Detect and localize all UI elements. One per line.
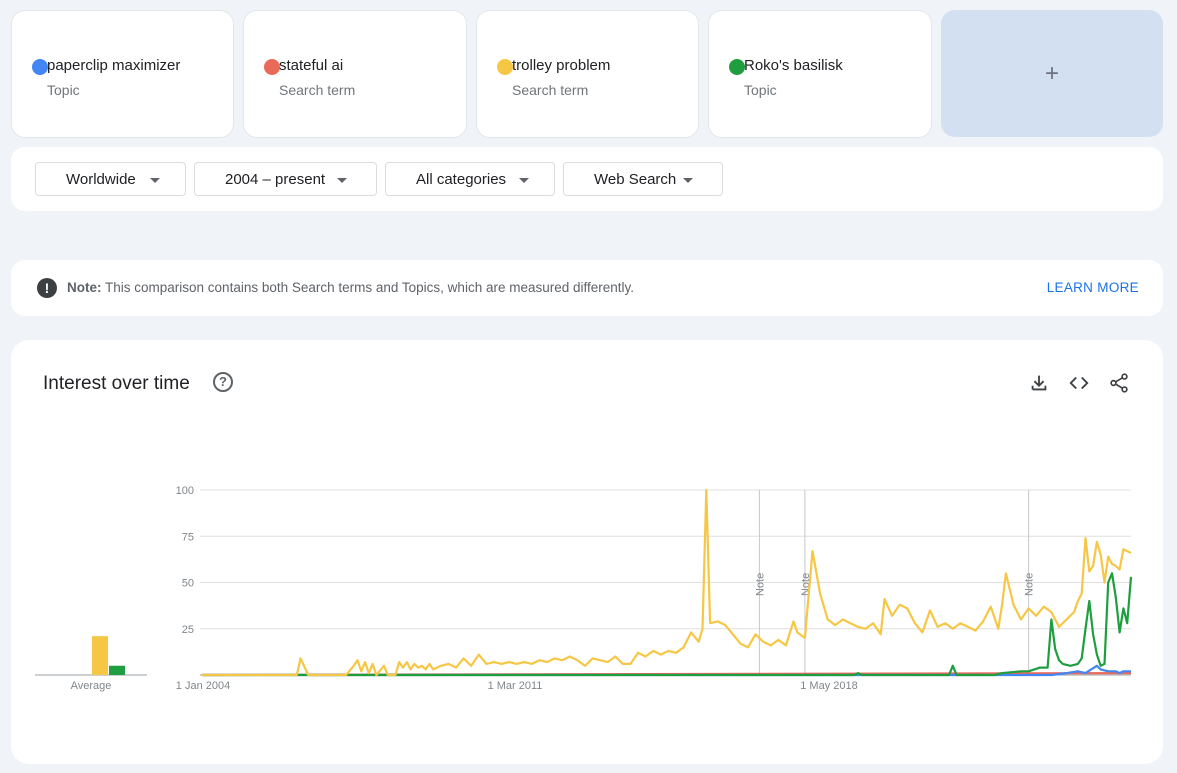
- term-card-trolley-problem[interactable]: trolley problem Search term: [476, 10, 699, 138]
- term-name: Roko's basilisk: [744, 57, 843, 74]
- note-body: This comparison contains both Search ter…: [105, 280, 635, 295]
- average-bar: [109, 665, 125, 675]
- average-label: Average: [71, 680, 112, 692]
- chevron-down-icon: [150, 178, 160, 183]
- term-name: stateful ai: [279, 57, 344, 74]
- y-tick-label: 75: [182, 531, 194, 543]
- chevron-down-icon: [683, 178, 693, 183]
- comparison-note-banner: ! Note: This comparison contains both Se…: [11, 260, 1163, 316]
- explore-header: paperclip maximizer Topic stateful ai Se…: [0, 0, 1177, 236]
- term-type: Topic: [744, 82, 777, 98]
- x-tick-label: 1 Jan 2004: [176, 680, 230, 692]
- chevron-down-icon: [519, 178, 529, 183]
- chevron-down-icon: [337, 178, 347, 183]
- y-tick-label: 50: [182, 578, 194, 590]
- exclamation-icon: !: [37, 278, 57, 298]
- property-filter-label: Web Search: [594, 171, 677, 188]
- term-name: trolley problem: [512, 57, 611, 74]
- term-card-rokos-basilisk[interactable]: Roko's basilisk Topic: [708, 10, 932, 138]
- interest-over-time-card: Interest over time ? 100 75 50 25 1 Jan 2004…: [11, 340, 1163, 764]
- y-tick-label: 100: [176, 485, 194, 497]
- x-tick-label: 1 May 2018: [800, 680, 857, 692]
- term-type: Search term: [279, 82, 356, 98]
- plus-icon: +: [1044, 59, 1059, 87]
- note-label: Note:: [67, 280, 102, 295]
- series-color-dot: [32, 59, 48, 75]
- filter-bar: Worldwide 2004 – present All categories …: [11, 147, 1163, 211]
- note-marker-label: Note: [754, 573, 766, 596]
- add-comparison-button[interactable]: +: [941, 10, 1163, 137]
- time-filter-dropdown[interactable]: 2004 – present: [194, 162, 377, 196]
- series-line-roko-s-basilisk: [202, 572, 1133, 677]
- term-type: Search term: [512, 82, 589, 98]
- term-card-paperclip-maximizer[interactable]: paperclip maximizer Topic: [11, 10, 234, 138]
- term-type: Topic: [47, 82, 80, 98]
- learn-more-link[interactable]: LEARN MORE: [1047, 280, 1139, 295]
- note-marker-label: Note: [1024, 573, 1036, 596]
- interest-chart: 100 75 50 25 1 Jan 2004 1 Mar 2011 1 May 2018 N…: [35, 485, 1133, 692]
- time-filter-label: 2004 – present: [225, 171, 326, 188]
- category-filter-dropdown[interactable]: All categories: [385, 162, 555, 196]
- region-filter-dropdown[interactable]: Worldwide: [35, 162, 186, 196]
- region-filter-label: Worldwide: [66, 171, 136, 188]
- term-card-stateful-ai[interactable]: stateful ai Search term: [243, 10, 467, 138]
- property-filter-dropdown[interactable]: Web Search: [563, 162, 723, 196]
- x-tick-label: 1 Mar 2011: [488, 680, 543, 692]
- series-color-dot: [729, 59, 745, 75]
- y-tick-label: 25: [182, 624, 194, 636]
- series-color-dot: [497, 59, 513, 75]
- category-filter-label: All categories: [416, 171, 507, 188]
- average-bar: [92, 636, 108, 675]
- series-color-dot: [264, 59, 280, 75]
- term-name: paperclip maximizer: [47, 57, 181, 74]
- note-text: Note: This comparison contains both Sear…: [67, 280, 634, 295]
